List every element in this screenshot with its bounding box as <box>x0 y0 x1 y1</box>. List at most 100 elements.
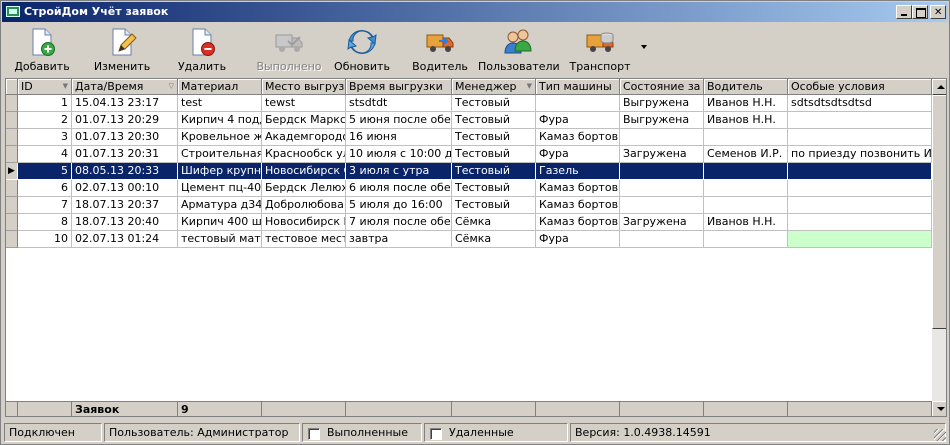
table-cell[interactable]: Тестовый <box>452 163 536 180</box>
table-cell[interactable]: Бердск Маркса <box>262 112 346 129</box>
table-cell[interactable]: 7 июля после обе <box>346 214 452 231</box>
table-cell[interactable] <box>620 197 704 214</box>
table-cell[interactable]: тестовое мест <box>262 231 346 248</box>
table-cell[interactable] <box>536 95 620 112</box>
table-cell[interactable]: 5 <box>18 163 72 180</box>
orders-grid[interactable]: ID▼Дата/Время▽МатериалМесто выгрузкиВрем… <box>5 78 947 417</box>
deleted-filter[interactable]: Удаленные <box>424 423 568 442</box>
table-cell[interactable]: завтра <box>346 231 452 248</box>
table-cell[interactable]: Тестовый <box>452 197 536 214</box>
row-indicator[interactable] <box>6 214 18 231</box>
table-cell[interactable] <box>620 163 704 180</box>
title-bar[interactable]: СтройДом Учёт заявок <box>2 2 948 22</box>
table-cell[interactable]: 6 <box>18 180 72 197</box>
table-cell[interactable]: Камаз бортов <box>536 129 620 146</box>
table-row[interactable]: 1 15.04.13 23:17 test tewst stsdtdt Тестовый В… <box>6 95 932 112</box>
table-cell[interactable]: Тестовый <box>452 146 536 163</box>
table-cell[interactable]: 3 июля с утра <box>346 163 452 180</box>
row-indicator[interactable] <box>6 95 18 112</box>
table-cell[interactable]: sdtsdtsdtsdtsd <box>788 95 932 112</box>
table-cell[interactable]: 6 июля после обе <box>346 180 452 197</box>
filter-arrow-icon[interactable]: ▼ <box>63 82 68 90</box>
table-cell[interactable]: Строительная <box>178 146 262 163</box>
table-row[interactable]: 8 18.07.13 20:40 Кирпич 400 ш Новосибирск Р… <box>6 214 932 231</box>
column-header[interactable]: Дата/Время ▽ <box>72 79 178 95</box>
table-cell[interactable] <box>788 163 932 180</box>
table-cell[interactable]: Шифер крупно <box>178 163 262 180</box>
table-cell[interactable]: 01.07.13 20:30 <box>72 129 178 146</box>
transport-button[interactable]: Транспорт <box>568 25 632 73</box>
column-header[interactable]: Состояние за <box>620 79 704 95</box>
table-cell[interactable]: Кровельное ж <box>178 129 262 146</box>
table-cell[interactable]: test <box>178 95 262 112</box>
done-button[interactable]: Выполнено <box>254 25 324 73</box>
table-cell[interactable]: Загружена <box>620 146 704 163</box>
table-cell[interactable] <box>788 180 932 197</box>
table-cell[interactable]: Сёмка <box>452 231 536 248</box>
completed-filter[interactable]: Выполненные <box>302 423 422 442</box>
column-header[interactable]: Особые условия <box>788 79 932 95</box>
users-button[interactable]: Пользователи <box>478 25 560 73</box>
table-cell[interactable]: 4 <box>18 146 72 163</box>
scroll-up-arrow-icon[interactable] <box>932 79 946 95</box>
table-cell[interactable]: Кирпич 400 ш <box>178 214 262 231</box>
table-cell[interactable]: по приезду позвонить Ив <box>788 146 932 163</box>
table-cell[interactable]: Краснообск ул <box>262 146 346 163</box>
row-indicator[interactable] <box>6 112 18 129</box>
column-header[interactable]: Время выгрузки <box>346 79 452 95</box>
table-cell[interactable]: 18.07.13 20:40 <box>72 214 178 231</box>
row-indicator[interactable] <box>6 163 18 180</box>
table-cell[interactable] <box>704 197 788 214</box>
table-cell[interactable]: 10 июля с 10:00 д <box>346 146 452 163</box>
table-cell[interactable] <box>620 231 704 248</box>
table-cell[interactable]: Фура <box>536 146 620 163</box>
column-header[interactable]: Водитель <box>704 79 788 95</box>
table-cell[interactable]: 15.04.13 23:17 <box>72 95 178 112</box>
table-cell[interactable]: Тестовый <box>452 129 536 146</box>
table-cell[interactable]: Бердск Лелюх <box>262 180 346 197</box>
table-cell[interactable]: Фура <box>536 112 620 129</box>
scroll-down-arrow-icon[interactable] <box>932 401 946 416</box>
table-cell[interactable]: Новосибирск С <box>262 163 346 180</box>
filter-arrow-icon[interactable]: ▼ <box>527 82 532 90</box>
refresh-button[interactable]: Обновить <box>330 25 394 73</box>
table-row[interactable]: 4 01.07.13 20:31 Строительная Краснообск ул… <box>6 146 932 163</box>
column-header[interactable]: Место выгрузки <box>262 79 346 95</box>
table-cell[interactable]: 1 <box>18 95 72 112</box>
scroll-thumb[interactable] <box>932 95 946 329</box>
table-cell[interactable]: 01.07.13 20:31 <box>72 146 178 163</box>
column-header[interactable]: Материал <box>178 79 262 95</box>
table-cell[interactable]: Выгружена <box>620 112 704 129</box>
table-cell[interactable]: Цемент пц-400 <box>178 180 262 197</box>
table-cell[interactable]: Новосибирск Р <box>262 214 346 231</box>
table-cell[interactable]: Иванов Н.Н. <box>704 112 788 129</box>
filter-arrow-icon[interactable]: ▽ <box>169 82 174 90</box>
table-cell[interactable]: 7 <box>18 197 72 214</box>
row-indicator[interactable] <box>6 180 18 197</box>
table-cell[interactable]: Иванов Н.Н. <box>704 214 788 231</box>
add-button[interactable]: Добавить <box>10 25 74 73</box>
driver-button[interactable]: Водитель <box>408 25 472 73</box>
table-cell[interactable] <box>704 129 788 146</box>
table-cell[interactable]: 08.05.13 20:33 <box>72 163 178 180</box>
column-header[interactable]: Менеджер ▼ <box>452 79 536 95</box>
resize-grip-icon[interactable] <box>934 429 946 441</box>
table-row[interactable]: 7 18.07.13 20:37 Арматура д34 Добролюбова 5 … <box>6 197 932 214</box>
table-cell[interactable] <box>788 129 932 146</box>
table-cell[interactable]: 3 <box>18 129 72 146</box>
table-cell[interactable]: Иванов Н.Н. <box>704 95 788 112</box>
table-cell[interactable]: тестовый мате <box>178 231 262 248</box>
table-cell[interactable] <box>788 214 932 231</box>
table-cell[interactable] <box>788 197 932 214</box>
column-header[interactable]: Тип машины <box>536 79 620 95</box>
table-cell[interactable]: 02.07.13 00:10 <box>72 180 178 197</box>
row-indicator[interactable] <box>6 231 18 248</box>
table-cell[interactable]: 10 <box>18 231 72 248</box>
table-row[interactable]: 508.05.13 20:33Шифер крупноНовосибирск С… <box>6 163 932 180</box>
table-cell[interactable]: Камаз бортов <box>536 214 620 231</box>
table-cell[interactable] <box>788 112 932 129</box>
table-cell[interactable] <box>788 231 932 248</box>
table-row[interactable]: 10 02.07.13 01:24 тестовый мате тестовое ме… <box>6 231 932 248</box>
table-cell[interactable]: 5 июня после обе <box>346 112 452 129</box>
table-cell[interactable]: Семенов И.Р. <box>704 146 788 163</box>
